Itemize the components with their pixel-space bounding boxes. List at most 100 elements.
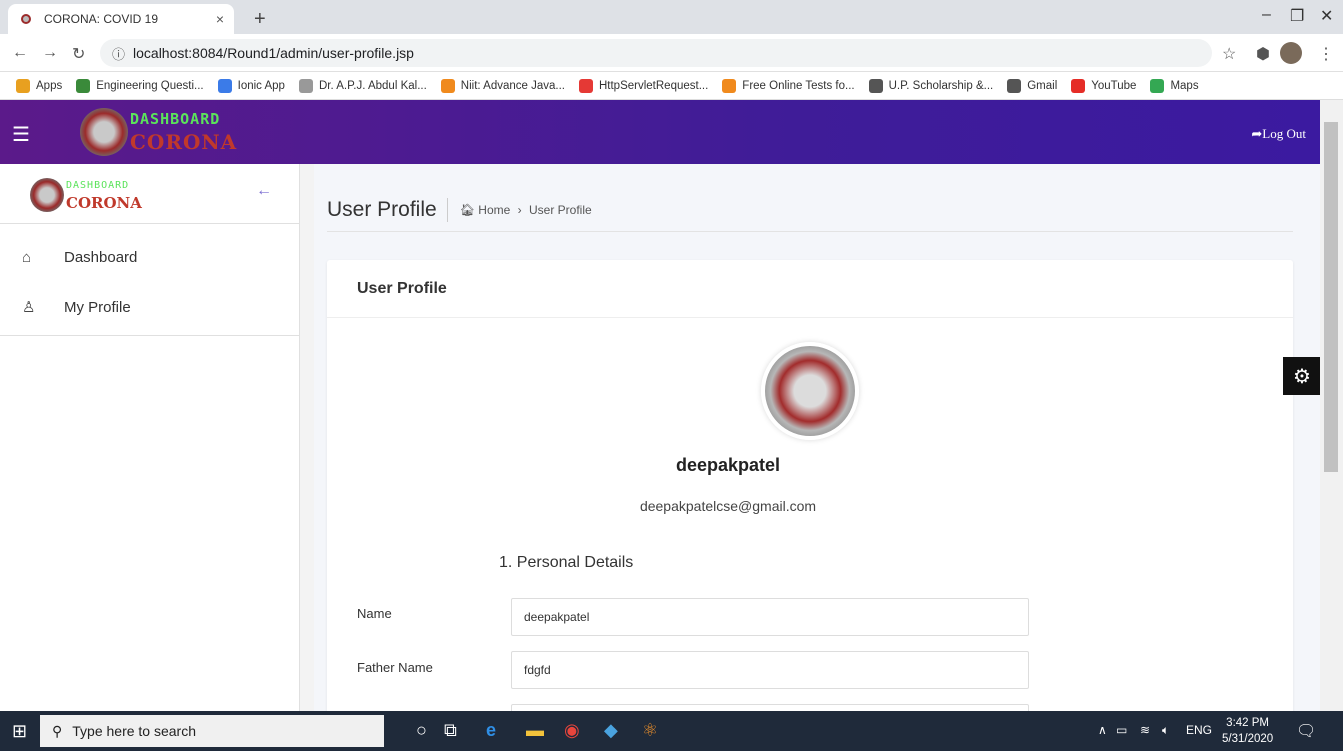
breadcrumb-home-link[interactable]: Home [478,203,510,217]
sidebar-item-label: Dashboard [64,248,138,266]
bookmark-label: HttpServletRequest... [598,79,709,92]
next-field[interactable] [511,704,1029,711]
name-field[interactable] [511,598,1029,636]
app-header: ☰ DASHBOARD CORONA ➦Log Out [0,100,1320,164]
bookmark-item[interactable]: HttpServletRequest... [578,78,709,93]
task-view-icon[interactable]: ⧉ [444,720,457,741]
tray-chevron-icon[interactable]: ∧ [1098,723,1107,737]
sidebar-logo: DASHBOARD CORONA ← [0,164,299,224]
battery-icon[interactable]: ▭ [1116,723,1127,737]
logout-icon: ➦ [1251,126,1263,141]
bookmark-item[interactable]: Apps [16,78,62,93]
bookmark-item[interactable]: Niit: Advance Java... [440,78,565,93]
profile-username: deepakpatel [675,455,781,475]
logo-dashboard-text: DASHBOARD [130,110,221,128]
card-title: User Profile [327,260,1293,318]
chrome-icon[interactable]: ◉ [564,720,580,741]
home-breadcrumb-icon: 🏠︎ [459,202,475,217]
browser-tab-bar: CORONA: COVID 19 × + – ❐ ✕ [0,0,1343,34]
breadcrumb-current: User Profile [528,202,592,217]
forward-arrow-icon[interactable]: → [42,44,58,62]
bookmark-star-icon[interactable]: ☆ [1222,44,1236,64]
close-window-icon[interactable]: ✕ [1320,6,1333,26]
notification-icon[interactable]: 🗨︎ [1296,721,1316,741]
bookmark-item[interactable]: Maps [1150,78,1199,93]
hamburger-menu-icon[interactable]: ☰ [12,122,30,147]
sidebar-item-dashboard[interactable]: ⌂ Dashboard [0,232,299,282]
tab-close-icon[interactable]: × [216,11,224,27]
bookmark-item[interactable]: U.P. Scholarship &... [868,78,994,93]
father-name-field[interactable] [511,651,1029,689]
bookmark-item[interactable]: Ionic App [217,78,285,93]
sidebar: DASHBOARD CORONA ← ⌂ Dashboard ♙ My Prof… [0,164,300,711]
browser-tab[interactable]: CORONA: COVID 19 × [8,4,234,34]
sidebar-corona-logo-icon [30,178,64,212]
tab-title: CORONA: COVID 19 [44,12,159,26]
restore-icon[interactable]: ❐ [1290,6,1304,26]
bookmark-item[interactable]: Free Online Tests fo... [722,78,855,93]
search-icon: ⚲ [52,722,63,739]
minimize-icon[interactable]: – [1262,6,1271,24]
url-text: localhost:8084/Round1/admin/user-profile… [133,45,414,61]
taskbar-search-placeholder: Type here to search [72,723,197,739]
section-title: 1. Personal Details [499,554,634,571]
edge-browser-icon[interactable]: e [486,720,496,741]
logout-label: Log Out [1262,126,1306,141]
bookmark-item[interactable]: Gmail [1007,78,1058,93]
bookmark-favicon-icon [578,78,593,93]
bookmark-favicon-icon [298,78,313,93]
taskbar-clock[interactable]: 3:42 PM 5/31/2020 [1222,715,1273,747]
virtualbox-icon[interactable]: ◆ [604,720,618,741]
bookmark-favicon-icon [1150,78,1165,93]
volume-icon[interactable]: 🔈︎ [1162,723,1169,738]
info-icon[interactable]: ⓘ [112,44,125,63]
sidebar-scroll-track[interactable] [300,164,314,711]
settings-gear-button[interactable]: ⚙ [1283,357,1321,395]
bookmark-item[interactable]: Engineering Questi... [76,78,204,93]
windows-taskbar: ⊞ ⚲ Type here to search ○ ⧉ e ▬ ◉ ◆ ⚛ ∧ … [0,711,1343,751]
file-explorer-icon[interactable]: ▬ [526,720,544,741]
main-content: User Profile 🏠︎ Home › User Profile User… [314,164,1320,711]
logout-button[interactable]: ➦Log Out [1251,126,1306,142]
page-scrollbar[interactable] [1320,100,1343,711]
language-indicator[interactable]: ENG [1186,723,1212,737]
bookmark-label: U.P. Scholarship &... [888,79,994,92]
sidebar-item-label: My Profile [64,298,131,316]
sidebar-item-my-profile[interactable]: ♙ My Profile [0,282,299,332]
bookmark-item[interactable]: Dr. A.P.J. Abdul Kal... [298,78,427,93]
cortana-icon[interactable]: ○ [416,720,427,741]
logo-corona-text: CORONA [130,130,238,154]
breadcrumb: 🏠︎ Home › User Profile [460,203,592,217]
bookmark-favicon-icon [440,78,455,93]
bookmarks-bar: Apps Engineering Questi... Ionic App Dr. A.… [0,72,1343,100]
address-bar-row: ← → ↻ ⓘ localhost:8084/Round1/admin/user… [0,34,1343,72]
scrollbar-thumb[interactable] [1324,122,1338,472]
bookmark-item[interactable]: YouTube [1071,78,1137,93]
profile-avatar[interactable] [1280,42,1302,64]
wifi-icon[interactable]: ≋ [1140,723,1150,737]
windows-start-icon[interactable]: ⊞ [12,721,27,742]
bookmark-label: Niit: Advance Java... [460,79,565,92]
new-tab-button[interactable]: + [254,8,266,31]
extension-icon[interactable]: ⬢ [1256,44,1270,64]
sidebar-logo-corona-text: CORONA [66,194,142,212]
gear-icon: ⚙ [1293,365,1311,388]
menu-dots-icon[interactable]: ⋮ [1318,44,1334,64]
taskbar-search-box[interactable]: ⚲ Type here to search [40,715,384,747]
name-label: Name [357,606,392,621]
bookmark-favicon-icon [722,78,737,93]
page-title: User Profile [327,197,448,222]
bookmark-label: Maps [1170,79,1199,92]
bookmark-label: Ionic App [237,79,285,92]
bookmark-label: Engineering Questi... [96,79,204,92]
bookmark-label: Gmail [1027,79,1058,92]
app-icon[interactable]: ⚛ [642,720,658,741]
reload-icon[interactable]: ↻ [72,44,85,64]
bookmark-label: Free Online Tests fo... [742,79,855,92]
bookmark-favicon-icon [1007,78,1022,93]
bookmark-favicon-icon [217,78,232,93]
bookmark-label: YouTube [1091,79,1137,92]
collapse-sidebar-arrow-icon[interactable]: ← [256,182,272,200]
back-arrow-icon[interactable]: ← [12,44,28,62]
url-field[interactable]: ⓘ localhost:8084/Round1/admin/user-profi… [100,39,1212,67]
